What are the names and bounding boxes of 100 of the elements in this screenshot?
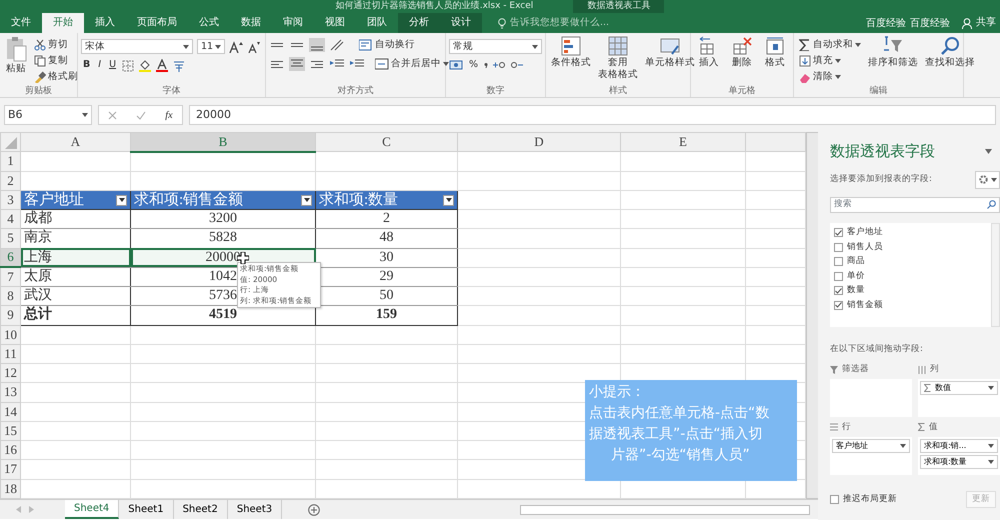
- format-as-table-button[interactable]: 套用 表格格式: [596, 35, 640, 85]
- sheet-tab[interactable]: Sheet4: [65, 500, 120, 519]
- new-sheet-button[interactable]: [306, 504, 322, 516]
- name-box[interactable]: B6: [4, 105, 92, 125]
- row-header[interactable]: 3: [0, 190, 20, 210]
- row-header[interactable]: 6: [0, 248, 20, 268]
- drop-area[interactable]: 数值: [918, 379, 1000, 417]
- merge-center-button[interactable]: 合并后居中: [373, 58, 451, 70]
- share-button[interactable]: 共享: [954, 13, 996, 33]
- column-header[interactable]: B: [130, 132, 316, 152]
- ribbon-tab[interactable]: 视图: [314, 13, 356, 33]
- field-option[interactable]: 客户地址: [834, 226, 883, 240]
- row-header[interactable]: 13: [0, 382, 20, 402]
- row-header[interactable]: 7: [0, 267, 20, 286]
- select-all-corner[interactable]: [0, 132, 20, 152]
- bold-button[interactable]: B: [81, 60, 92, 71]
- field-option[interactable]: 销售金额: [834, 298, 883, 312]
- checkbox[interactable]: [834, 242, 843, 252]
- filter-dropdown-button[interactable]: [301, 194, 312, 206]
- italic-button[interactable]: I: [96, 60, 104, 71]
- checkbox[interactable]: [834, 272, 843, 281]
- field-option[interactable]: 数量: [834, 284, 865, 298]
- area-field[interactable]: 求和项:销...: [920, 438, 998, 453]
- format-painter-button[interactable]: 格式刷: [32, 71, 80, 83]
- row-header[interactable]: 8: [0, 286, 20, 306]
- ribbon-tab[interactable]: 公式: [188, 13, 230, 33]
- row-header[interactable]: 15: [0, 421, 20, 440]
- checkbox[interactable]: [830, 494, 839, 504]
- column-header[interactable]: E: [620, 132, 746, 152]
- row-header[interactable]: 1: [0, 152, 20, 171]
- tell-me-field[interactable]: 告诉我您想要做什么...: [492, 14, 616, 32]
- drop-area[interactable]: 求和项:销... 求和项:数量: [918, 436, 1000, 475]
- row-header[interactable]: 12: [0, 364, 20, 383]
- autosum-button[interactable]: 自动求和: [797, 39, 863, 51]
- ribbon-tab[interactable]: 插入: [84, 13, 126, 33]
- settings-button[interactable]: [975, 170, 1000, 188]
- row-header[interactable]: 14: [0, 402, 20, 422]
- font-size-field[interactable]: 11: [197, 39, 225, 54]
- percent-button[interactable]: %: [467, 60, 480, 70]
- account-name[interactable]: 百度经验: [866, 16, 906, 30]
- sort-filter-button[interactable]: 排序和筛选: [866, 35, 920, 85]
- vertical-scrollbar[interactable]: [806, 132, 818, 499]
- ribbon-tab[interactable]: 团队: [356, 13, 398, 33]
- underline-button[interactable]: U: [107, 60, 118, 71]
- find-select-button[interactable]: 查找和选择: [923, 35, 977, 85]
- formula-field[interactable]: 20000: [189, 105, 996, 125]
- ribbon-tab[interactable]: 设计: [440, 13, 482, 33]
- row-header[interactable]: 4: [0, 210, 20, 229]
- field-search[interactable]: 搜索: [830, 196, 1000, 212]
- row-header[interactable]: 18: [0, 479, 20, 498]
- horizontal-scrollbar[interactable]: [520, 504, 810, 514]
- row-header[interactable]: 16: [0, 440, 20, 460]
- ribbon-tab[interactable]: 数据: [230, 13, 272, 33]
- insert-button[interactable]: 插入: [697, 35, 721, 85]
- column-header[interactable]: D: [458, 132, 620, 152]
- wrap-text-button[interactable]: 自动换行: [357, 39, 417, 51]
- format-button[interactable]: 格式: [763, 35, 787, 85]
- row-header[interactable]: 17: [0, 460, 20, 479]
- insert-function-button[interactable]: fx: [165, 108, 173, 122]
- clear-button[interactable]: 清除: [797, 71, 863, 83]
- field-option[interactable]: 单价: [834, 269, 865, 284]
- conditional-formatting-button[interactable]: 条件格式: [549, 35, 593, 85]
- cut-button[interactable]: 剪切: [32, 39, 80, 51]
- row-header[interactable]: 5: [0, 228, 20, 248]
- area-field[interactable]: 数值: [920, 381, 998, 395]
- cell-styles-button[interactable]: 单元格样式: [643, 35, 697, 85]
- row-header[interactable]: 11: [0, 344, 20, 364]
- area-field[interactable]: 客户地址: [832, 438, 910, 453]
- list-scrollbar[interactable]: [991, 222, 1000, 326]
- sheet-tab[interactable]: Sheet1: [119, 500, 174, 519]
- ribbon-tab[interactable]: 审阅: [272, 13, 314, 33]
- filter-dropdown-button[interactable]: [116, 194, 127, 206]
- area-field[interactable]: 求和项:数量: [920, 454, 998, 469]
- drop-area[interactable]: 客户地址: [830, 436, 912, 475]
- fill-button[interactable]: 填充: [797, 55, 863, 67]
- field-option[interactable]: 商品: [834, 254, 865, 269]
- font-name-field[interactable]: 宋体: [81, 39, 193, 54]
- sheet-tab[interactable]: Sheet2: [174, 500, 228, 519]
- checkbox[interactable]: [834, 286, 843, 296]
- checkbox[interactable]: [834, 300, 843, 310]
- delete-button[interactable]: 删除: [730, 35, 754, 85]
- ribbon-tab[interactable]: 页面布局: [126, 13, 188, 33]
- column-header[interactable]: A: [20, 132, 130, 152]
- field-option[interactable]: 销售人员: [834, 240, 883, 254]
- row-header[interactable]: 10: [0, 325, 20, 344]
- checkbox[interactable]: [834, 228, 843, 238]
- checkbox[interactable]: [834, 257, 843, 266]
- filter-dropdown-button[interactable]: [443, 194, 454, 206]
- copy-button[interactable]: 复制: [32, 55, 80, 67]
- row-header[interactable]: 2: [0, 171, 20, 190]
- sheet-tab[interactable]: Sheet3: [228, 500, 282, 519]
- ribbon-tab[interactable]: 开始: [42, 13, 84, 33]
- ribbon-tab[interactable]: 文件: [0, 13, 42, 33]
- paste-button[interactable]: 粘贴: [3, 35, 29, 85]
- ribbon-tab[interactable]: 分析: [398, 13, 440, 33]
- defer-update-option[interactable]: 推迟布局更新: [830, 492, 897, 506]
- account-name[interactable]: 百度经验: [910, 16, 950, 30]
- column-header[interactable]: C: [316, 132, 458, 152]
- number-format-field[interactable]: 常规: [449, 39, 542, 54]
- row-header[interactable]: 9: [0, 306, 20, 325]
